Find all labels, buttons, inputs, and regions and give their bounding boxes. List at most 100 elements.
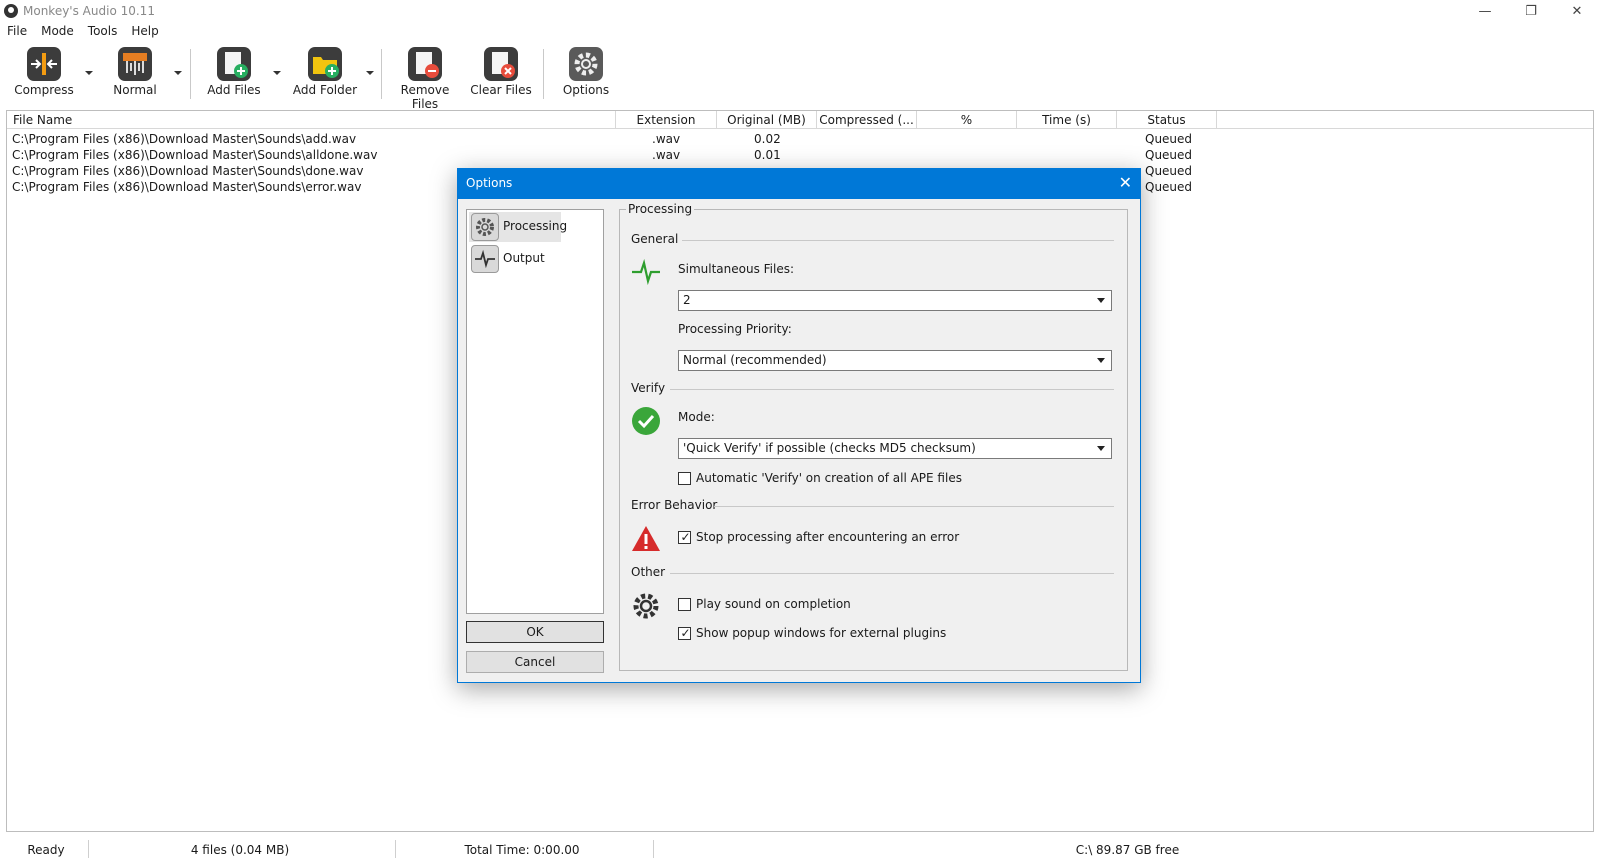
normal-dropdown-icon[interactable]	[174, 71, 182, 75]
table-row[interactable]: C:\Program Files (x86)\Download Master\S…	[7, 131, 1593, 147]
status-separator	[88, 840, 89, 858]
dialog-close-icon[interactable]: ✕	[1119, 173, 1132, 192]
menu-file[interactable]: File	[0, 23, 34, 41]
activity-icon	[631, 257, 661, 287]
group-divider	[714, 506, 1114, 507]
normal-button[interactable]: Normal	[104, 47, 166, 97]
gear-icon	[569, 47, 603, 81]
column-time[interactable]: Time (s)	[1017, 111, 1117, 129]
add-folder-button[interactable]: Add Folder	[290, 47, 360, 97]
group-label-general: General	[631, 232, 679, 246]
auto-verify-label: Automatic 'Verify' on creation of all AP…	[696, 471, 962, 485]
dialog-title: Options	[466, 176, 513, 190]
simultaneous-files-value: 2	[683, 293, 691, 307]
cell-status: Queued	[1145, 132, 1193, 146]
simultaneous-files-select[interactable]: 2	[678, 290, 1112, 311]
minimize-button[interactable]: —	[1462, 0, 1508, 22]
column-extension[interactable]: Extension	[616, 111, 717, 129]
play-sound-label: Play sound on completion	[696, 597, 851, 611]
column-status[interactable]: Status	[1117, 111, 1217, 129]
group-label-verify: Verify	[631, 381, 666, 395]
checkmark-icon: ✓	[680, 530, 691, 544]
cell-extension: .wav	[652, 148, 681, 162]
add-folder-icon	[308, 47, 342, 81]
cell-file-name: C:\Program Files (x86)\Download Master\S…	[12, 148, 378, 162]
verify-mode-select[interactable]: 'Quick Verify' if possible (checks MD5 c…	[678, 438, 1112, 459]
status-files: 4 files (0.04 MB)	[190, 843, 290, 857]
menu-tools[interactable]: Tools	[81, 23, 125, 41]
compress-icon	[27, 47, 61, 81]
chevron-down-icon[interactable]	[1093, 440, 1110, 457]
group-divider	[670, 573, 1114, 574]
show-popup-checkbox[interactable]: ✓	[678, 626, 691, 640]
add-files-button[interactable]: Add Files	[203, 47, 265, 97]
nav-item-processing[interactable]: Processing	[469, 212, 567, 242]
cell-status: Queued	[1145, 148, 1193, 162]
processing-priority-value: Normal (recommended)	[683, 353, 827, 367]
add-files-dropdown-icon[interactable]	[273, 71, 281, 75]
ok-button[interactable]: OK	[466, 621, 604, 643]
options-dialog: Options ✕ Processing Output OK Cancel Pr…	[457, 168, 1141, 683]
processing-priority-select[interactable]: Normal (recommended)	[678, 350, 1112, 371]
processing-panel: Processing General Simultaneous Files: 2…	[619, 202, 1128, 671]
remove-files-button[interactable]: Remove Files	[388, 47, 462, 111]
normal-label: Normal	[113, 83, 157, 97]
dialog-title-bar: Options ✕	[458, 169, 1140, 199]
compress-dropdown-icon[interactable]	[85, 71, 93, 75]
clear-files-icon	[484, 47, 518, 81]
maximize-button[interactable]: ❐	[1508, 0, 1554, 22]
stop-processing-label: Stop processing after encountering an er…	[696, 530, 960, 544]
column-original[interactable]: Original (MB)	[717, 111, 817, 129]
add-file-icon	[217, 47, 251, 81]
cell-status: Queued	[1145, 180, 1193, 194]
options-button[interactable]: Options	[555, 47, 617, 97]
stop-processing-checkbox[interactable]: ✓	[678, 530, 691, 544]
chevron-down-icon[interactable]	[1093, 292, 1110, 309]
app-icon	[4, 4, 18, 18]
checkmark-icon: ✓	[680, 626, 691, 640]
verify-mode-label: Mode:	[678, 410, 715, 424]
close-button[interactable]: ✕	[1554, 0, 1600, 22]
options-nav-list: Processing Output	[466, 209, 604, 614]
add-files-label: Add Files	[207, 83, 261, 97]
check-circle-icon	[631, 406, 661, 436]
cell-status: Queued	[1145, 164, 1193, 178]
status-disk-free: C:\ 89.87 GB free	[1075, 843, 1180, 857]
status-state: Ready	[27, 843, 65, 857]
waveform-icon	[471, 245, 499, 273]
compress-button[interactable]: Compress	[13, 47, 75, 97]
column-compressed[interactable]: Compressed (...	[817, 111, 917, 129]
toolbar-separator	[190, 49, 191, 99]
table-row[interactable]: C:\Program Files (x86)\Download Master\S…	[7, 147, 1593, 163]
show-popup-label: Show popup windows for external plugins	[696, 626, 947, 640]
play-sound-checkbox[interactable]	[678, 598, 691, 611]
warning-icon	[631, 524, 661, 554]
status-bar: Ready 4 files (0.04 MB) Total Time: 0:00…	[0, 838, 1600, 860]
toolbar-separator	[543, 49, 544, 99]
add-folder-dropdown-icon[interactable]	[366, 71, 374, 75]
nav-item-output[interactable]: Output	[469, 244, 561, 274]
menu-mode[interactable]: Mode	[34, 23, 81, 41]
clear-files-label: Clear Files	[470, 83, 532, 97]
chevron-down-icon[interactable]	[1093, 352, 1110, 369]
column-percent[interactable]: %	[917, 111, 1017, 129]
nav-label-processing: Processing	[503, 219, 568, 233]
cell-file-name: C:\Program Files (x86)\Download Master\S…	[12, 164, 364, 178]
cell-file-name: C:\Program Files (x86)\Download Master\S…	[12, 132, 357, 146]
file-list-header: File Name Extension Original (MB) Compre…	[7, 111, 1593, 129]
toolbar-separator	[381, 49, 382, 99]
simultaneous-files-label: Simultaneous Files:	[678, 262, 795, 276]
group-divider	[670, 389, 1114, 390]
column-file-name[interactable]: File Name	[7, 111, 616, 129]
gear-icon	[631, 591, 661, 621]
menu-help[interactable]: Help	[124, 23, 165, 41]
clear-files-button[interactable]: Clear Files	[470, 47, 532, 97]
auto-verify-checkbox[interactable]	[678, 472, 691, 485]
menu-bar: File Mode Tools Help	[0, 23, 166, 41]
cancel-button[interactable]: Cancel	[466, 651, 604, 673]
processing-priority-label: Processing Priority:	[678, 322, 792, 336]
window-title: Monkey's Audio 10.11	[23, 4, 155, 18]
title-bar: Monkey's Audio 10.11 — ❐ ✕	[0, 0, 1600, 22]
cell-original: 0.01	[754, 148, 781, 162]
nav-label-output: Output	[503, 251, 545, 265]
